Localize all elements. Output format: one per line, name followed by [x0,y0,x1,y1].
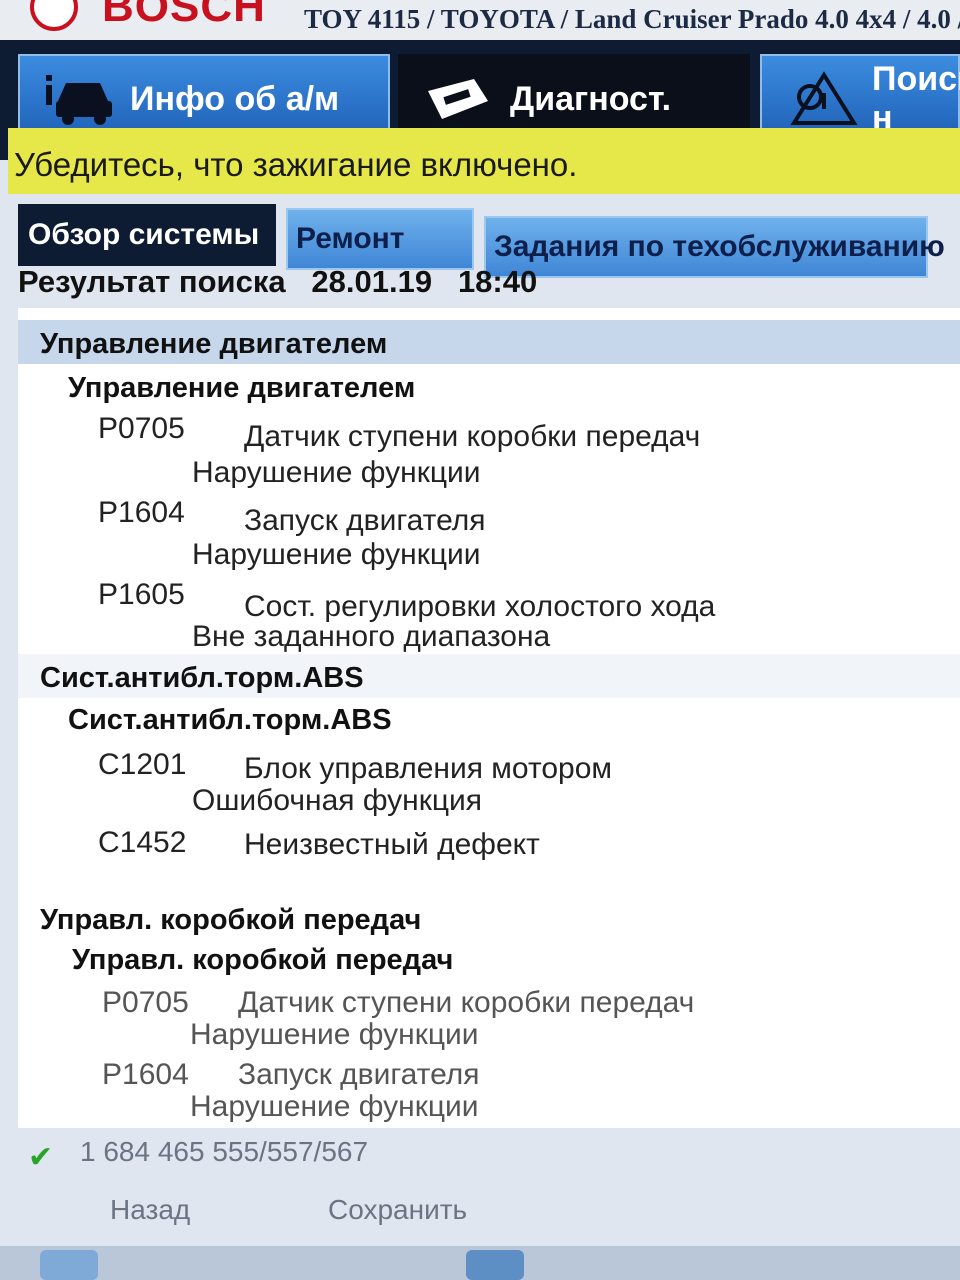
bosch-logo-mark-icon [30,0,78,31]
fault-status: Вне заданного диапазона [192,620,551,653]
fault-code-list[interactable]: Управление двигателем Управление двигате… [18,308,960,1128]
fault-description: Датчик ступени коробки передач [238,986,695,1019]
fault-description: Блок управления мотором [244,752,613,785]
taskbar-diagnostic-icon[interactable] [466,1250,524,1280]
fault-description: Запуск двигателя [238,1058,480,1091]
checkmark-icon: ✔ [28,1141,54,1174]
brand-name: BOSCH [102,0,266,31]
tab-label: Инфо об а/м [130,79,340,118]
tab-label: Поиск н [872,60,960,137]
ignition-notice: Убедитесь, что зажигание включено. [8,128,960,194]
fault-code: C1452 [98,826,187,859]
search-result-header: Результат поиска 28.01.19 18:40 [18,264,537,300]
taskbar [0,1246,960,1280]
taskbar-app-icon[interactable] [40,1250,98,1280]
warning-search-icon [784,71,858,127]
fault-description: Запуск двигателя [244,504,486,537]
save-button[interactable]: Сохранить [328,1186,467,1234]
back-button[interactable]: Назад [110,1186,190,1234]
fault-status: Нарушение функции [190,1090,479,1123]
fault-description: Неизвестный дефект [244,828,540,861]
fault-description: Датчик ступени коробки передач [244,420,701,453]
fault-status: Нарушение функции [192,538,481,571]
top-header: BOSCH TOY 4115 / TOYOTA / Land Cruiser P… [0,0,960,40]
fault-status: Ошибочная функция [192,784,483,817]
tab-label: Диагност. [510,79,672,118]
fault-code: P1604 [98,496,185,529]
footer-bar: ✔ 1 684 465 555/557/567 Назад Сохранить [0,1128,960,1280]
group-header-engine[interactable]: Управление двигателем [18,320,960,364]
diagnostic-connector-icon [422,71,496,127]
group-subheader-abs: Сист.антибл.торм.ABS [68,704,392,736]
fault-status: Нарушение функции [192,456,481,489]
car-info-icon [42,71,116,127]
fault-code: P0705 [98,412,185,445]
fault-code: P1604 [102,1058,189,1091]
bosch-logo: BOSCH [30,0,266,32]
tab-system-overview[interactable]: Обзор системы [18,204,276,266]
group-subheader-transmission: Управл. коробкой передач [72,944,454,976]
fault-description: Сост. регулировки холостого хода [244,590,716,623]
result-date: 28.01.19 [311,264,433,299]
part-number: 1 684 465 555/557/567 [80,1136,369,1167]
tab-repair[interactable]: Ремонт [286,208,474,270]
group-header-transmission[interactable]: Управл. коробкой передач [18,896,960,940]
group-subheader-engine: Управление двигателем [68,372,416,404]
result-label: Результат поиска [18,264,286,299]
fault-status: Нарушение функции [190,1018,479,1051]
group-header-abs[interactable]: Сист.антибл.торм.ABS [18,654,960,698]
fault-code: P0705 [102,986,189,1019]
fault-code: C1201 [98,748,187,781]
sub-tab-bar: Обзор системы Ремонт Задания по техобслу… [0,194,960,278]
tab-maintenance-tasks[interactable]: Задания по техобслуживанию [484,216,945,278]
result-time: 18:40 [457,264,538,299]
vehicle-title: TOY 4115 / TOYOTA / Land Cruiser Prado 4… [304,4,960,34]
fault-code: P1605 [98,578,185,611]
